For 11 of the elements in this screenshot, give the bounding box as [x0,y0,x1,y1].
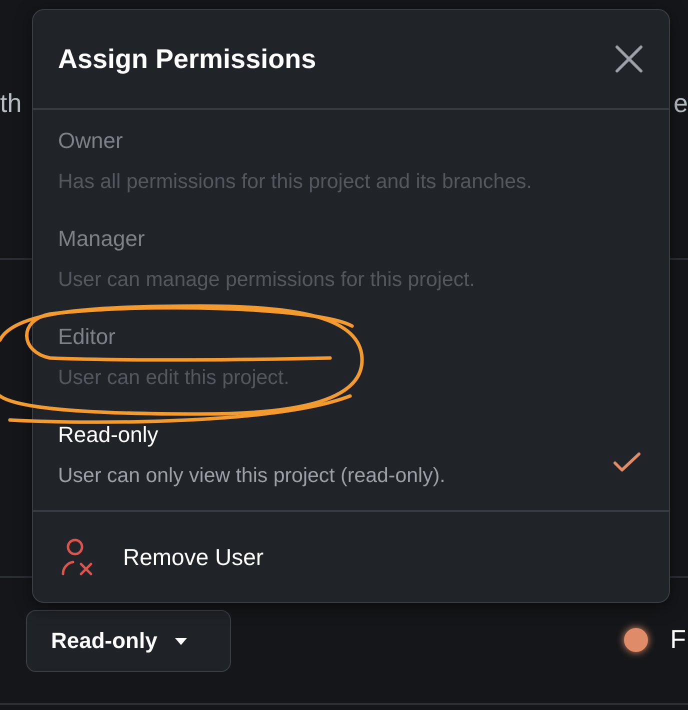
status-label: F [670,624,686,655]
dialog-title: Assign Permissions [58,44,316,74]
background-text: th [0,88,22,119]
background-text: e [674,88,688,119]
remove-user-item[interactable]: Remove User [33,512,669,602]
remove-person-icon [61,538,95,576]
caret-icon [175,638,188,644]
check-icon [613,451,641,473]
role-dropdown[interactable]: Read-only [26,610,231,672]
permission-option[interactable]: Read-only User can only view this project (read-only). [33,412,669,510]
close-icon[interactable] [615,45,643,73]
